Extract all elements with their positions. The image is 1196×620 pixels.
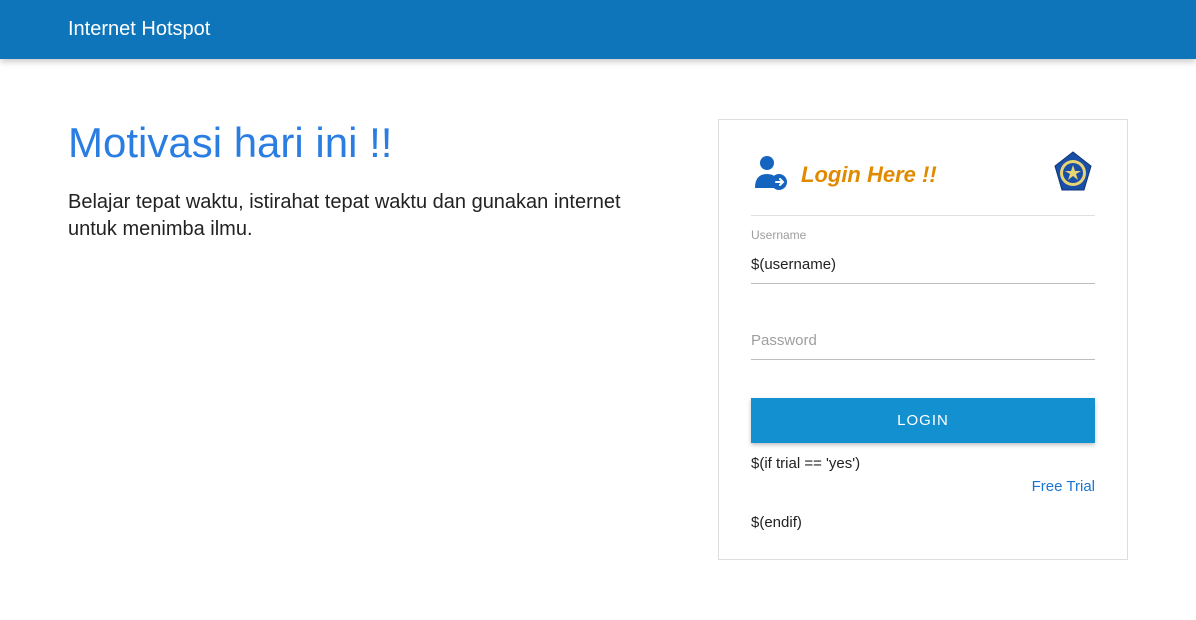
login-header: Login Here !! (751, 150, 1095, 216)
motivation-text: Belajar tepat waktu, istirahat tepat wak… (68, 189, 658, 243)
trial-if-text: $(if trial == 'yes') (751, 455, 1095, 472)
page-header: Internet Hotspot (0, 0, 1196, 59)
login-panel: Login Here !! Username LOGIN $(if trial … (718, 119, 1128, 560)
username-label: Username (751, 228, 1095, 242)
login-title: Login Here !! (801, 162, 937, 188)
motivation-panel: Motivasi hari ini !! Belajar tepat waktu… (68, 119, 678, 560)
login-button[interactable]: LOGIN (751, 398, 1095, 443)
organization-logo-icon (1051, 150, 1095, 199)
user-login-icon (751, 154, 791, 195)
username-group: Username (751, 228, 1095, 284)
header-title: Internet Hotspot (68, 18, 210, 40)
free-trial-link[interactable]: Free Trial (1032, 478, 1095, 495)
motivation-title: Motivasi hari ini !! (68, 119, 658, 167)
password-input[interactable] (751, 326, 1095, 360)
username-input[interactable] (751, 250, 1095, 284)
free-trial-row: Free Trial (751, 478, 1095, 496)
password-group (751, 326, 1095, 360)
trial-endif-text: $(endif) (751, 514, 1095, 531)
main-container: Motivasi hari ini !! Belajar tepat waktu… (48, 59, 1148, 620)
